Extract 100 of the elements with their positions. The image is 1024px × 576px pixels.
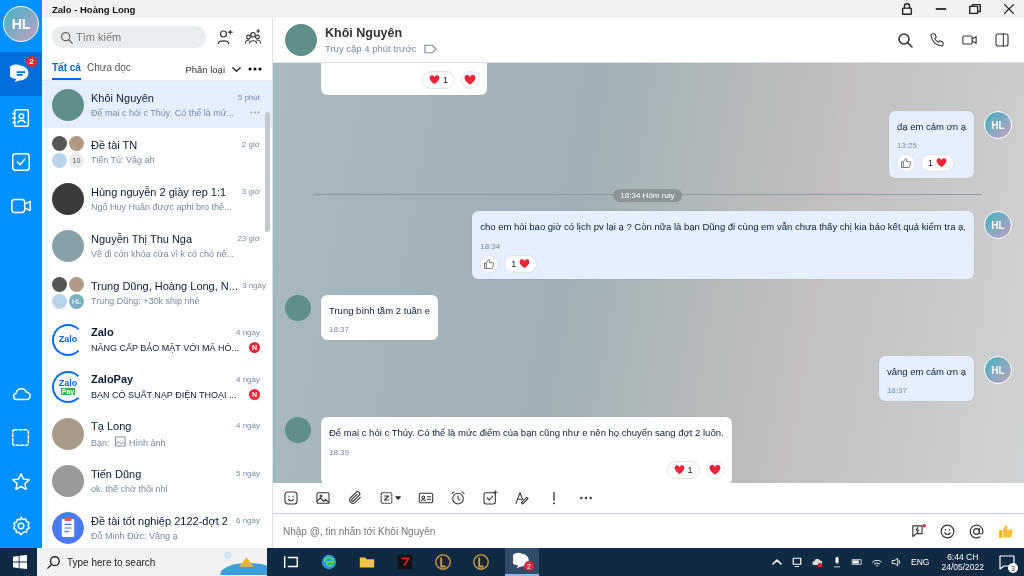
message-time: 18:34 bbox=[480, 241, 502, 251]
unread-badge: 2 bbox=[26, 56, 37, 67]
message-time: 6 ngày bbox=[235, 516, 260, 525]
nav-tab[interactable]: 2 bbox=[0, 52, 42, 96]
lock-icon[interactable] bbox=[900, 2, 914, 16]
message-text: Để mai c hỏi c Thúy. Có thể là mức điểm của bạn cũng như e nên họ chuyển sang đợt 2 luôn. bbox=[329, 427, 724, 440]
message-preview: NÂNG CẤP BẢO MẬT VỚI MÃ HÓ... bbox=[91, 342, 239, 353]
restore-icon[interactable] bbox=[968, 2, 982, 16]
heart-reaction-icon[interactable] bbox=[461, 71, 479, 89]
browser-icon[interactable] bbox=[320, 553, 338, 571]
search-field[interactable]: Tìm kiếm bbox=[52, 26, 206, 48]
close-icon[interactable] bbox=[1002, 2, 1016, 16]
clock-date[interactable]: 24/05/2022 bbox=[941, 562, 984, 573]
heart-icon bbox=[673, 464, 685, 475]
input-language[interactable]: ENG bbox=[911, 557, 930, 567]
conversation-item[interactable]: Tạ Long 4 ngày Bạn: Hình ảnh bbox=[42, 410, 272, 457]
conversation-item[interactable]: Hùng nguyễn 2 giày rep 1:1 3 giờ Ngô Huy Huân được aphi bro thê... bbox=[42, 175, 272, 222]
thumbs-up-icon[interactable] bbox=[896, 154, 915, 173]
game-icon[interactable] bbox=[434, 553, 452, 571]
avatar-photo-placeholder bbox=[285, 24, 317, 56]
reaction-count[interactable]: 1 bbox=[666, 460, 700, 479]
window-title: Zalo - Hoàng Long bbox=[52, 3, 137, 15]
date-divider: 18:34 Hôm nay bbox=[613, 188, 682, 202]
reaction-count[interactable]: 1 bbox=[920, 154, 954, 173]
alarm-clock-icon[interactable] bbox=[450, 490, 466, 506]
create-group-icon[interactable] bbox=[244, 28, 262, 46]
clock-time[interactable]: 6:44 CH bbox=[947, 551, 979, 562]
emoji-icon[interactable] bbox=[939, 522, 956, 540]
game-launcher-icon[interactable] bbox=[396, 553, 414, 571]
message-time: 4 ngày bbox=[235, 327, 260, 337]
user-avatar: HL bbox=[984, 356, 1012, 385]
mention-icon[interactable] bbox=[968, 522, 985, 540]
classify-dropdown[interactable]: Phân loại bbox=[185, 63, 225, 75]
cloud-error-icon[interactable] bbox=[811, 556, 824, 568]
settings-icon bbox=[10, 515, 32, 537]
message-time: 4 ngày bbox=[235, 374, 260, 384]
phone-icon[interactable] bbox=[929, 32, 945, 48]
image-icon bbox=[115, 435, 126, 447]
clipboard-avatar-icon bbox=[52, 511, 84, 544]
contact-name: Hùng nguyễn 2 giày rep 1:1 bbox=[91, 185, 227, 198]
tag-icon[interactable] bbox=[424, 43, 438, 54]
conversation-item[interactable]: Khôi Nguyên 5 phút Để mai c hỏi c Thúy. Có thể là mứ... bbox=[42, 81, 272, 128]
conversation-item[interactable]: Nguyễn Thị Thu Nga 23 giờ Về đi còn khóa cửa vì k có chó nê... bbox=[42, 222, 272, 269]
message-preview: Về đi còn khóa cửa vì k có chó nê... bbox=[91, 248, 235, 259]
chevron-up-icon[interactable] bbox=[771, 556, 784, 568]
avatar-photo-placeholder bbox=[285, 294, 311, 321]
chat-bubble-icon bbox=[513, 552, 531, 570]
sticker-icon[interactable] bbox=[283, 490, 299, 506]
message-time: 4 ngày bbox=[235, 421, 260, 430]
conversation-item[interactable]: Tiến Dũng 5 ngày ok. thế chờ thôi nhỉ bbox=[42, 457, 272, 504]
reaction-count[interactable]: 1 bbox=[504, 254, 538, 273]
meeting-icon[interactable] bbox=[791, 556, 804, 568]
text-format-icon[interactable] bbox=[514, 490, 530, 506]
contact-name: Tạ Long bbox=[91, 419, 132, 432]
add-friend-icon[interactable] bbox=[216, 28, 234, 46]
message-text: Trung bình tầm 2 tuần e bbox=[329, 304, 431, 318]
last-seen-status: Truy cập 4 phút trước bbox=[325, 43, 417, 54]
contact-card-icon[interactable] bbox=[418, 490, 434, 506]
conversation-item[interactable]: Đề tài tốt nghiệp 2122-đợt 2 6 ngày Đỗ Minh Đức: Vâng ạ bbox=[42, 504, 272, 548]
image-icon[interactable] bbox=[315, 490, 331, 506]
screenshot-icon[interactable] bbox=[379, 490, 402, 506]
contact-name: Đề tài tốt nghiệp 2122-đợt 2 bbox=[91, 514, 228, 527]
message-preview: ok. thế chờ thôi nhỉ bbox=[91, 483, 168, 494]
taskbar-search-field[interactable]: Type here to search bbox=[37, 548, 267, 576]
message-time: 2 giờ bbox=[241, 140, 260, 149]
thumbs-up-icon[interactable] bbox=[997, 522, 1014, 540]
contact-name: Đề tài TN bbox=[91, 138, 138, 151]
task-view-icon[interactable] bbox=[282, 553, 300, 571]
message-time: 18:39 bbox=[329, 447, 351, 457]
contact-name: Khôi Nguyên bbox=[91, 91, 154, 104]
contacts-icon bbox=[10, 107, 32, 129]
message-text: cho em hỏi bao giờ có lịch pv lại ạ ? Còn nữa là bạn Dũng đi cùng em vẫn chưa thấy chị kia báo kết quả kiểm tra ạ. bbox=[480, 221, 966, 234]
chat-contact-name: Khôi Nguyên bbox=[325, 26, 404, 40]
message-time: 5 ngày bbox=[235, 469, 260, 478]
task-icon[interactable] bbox=[482, 490, 498, 506]
contact-name: Trung Dũng, Hoàng Long, N... bbox=[91, 279, 238, 292]
video-camera-icon[interactable] bbox=[961, 32, 978, 48]
message-time: 3 ngày bbox=[241, 281, 266, 290]
game-icon[interactable] bbox=[472, 553, 490, 571]
quick-message-icon[interactable] bbox=[910, 522, 927, 540]
contact-name: Nguyễn Thị Thu Nga bbox=[91, 232, 193, 245]
message-text: dạ em cảm ơn ạ bbox=[896, 121, 966, 134]
thumbs-up-icon[interactable] bbox=[480, 254, 499, 273]
heart-icon bbox=[935, 158, 947, 169]
heart-icon bbox=[519, 258, 531, 269]
search-icon[interactable] bbox=[897, 32, 913, 48]
heart-reaction-icon[interactable] bbox=[705, 460, 724, 479]
checkbox-icon bbox=[10, 151, 32, 173]
filter-tab[interactable]: Chưa đọc bbox=[86, 58, 131, 80]
windows-start-icon[interactable] bbox=[13, 555, 27, 569]
screenshot-icon bbox=[10, 427, 32, 449]
reaction-count[interactable]: 1 bbox=[422, 71, 455, 89]
message-time: 5 phút bbox=[237, 93, 260, 102]
message-time: 13:25 bbox=[896, 141, 918, 151]
paperclip-icon[interactable] bbox=[347, 490, 363, 506]
star-icon bbox=[10, 471, 32, 493]
more-icon[interactable] bbox=[248, 67, 262, 71]
side-panel-icon[interactable] bbox=[994, 32, 1010, 48]
battery-icon[interactable] bbox=[851, 556, 864, 568]
search-icon bbox=[60, 31, 73, 44]
